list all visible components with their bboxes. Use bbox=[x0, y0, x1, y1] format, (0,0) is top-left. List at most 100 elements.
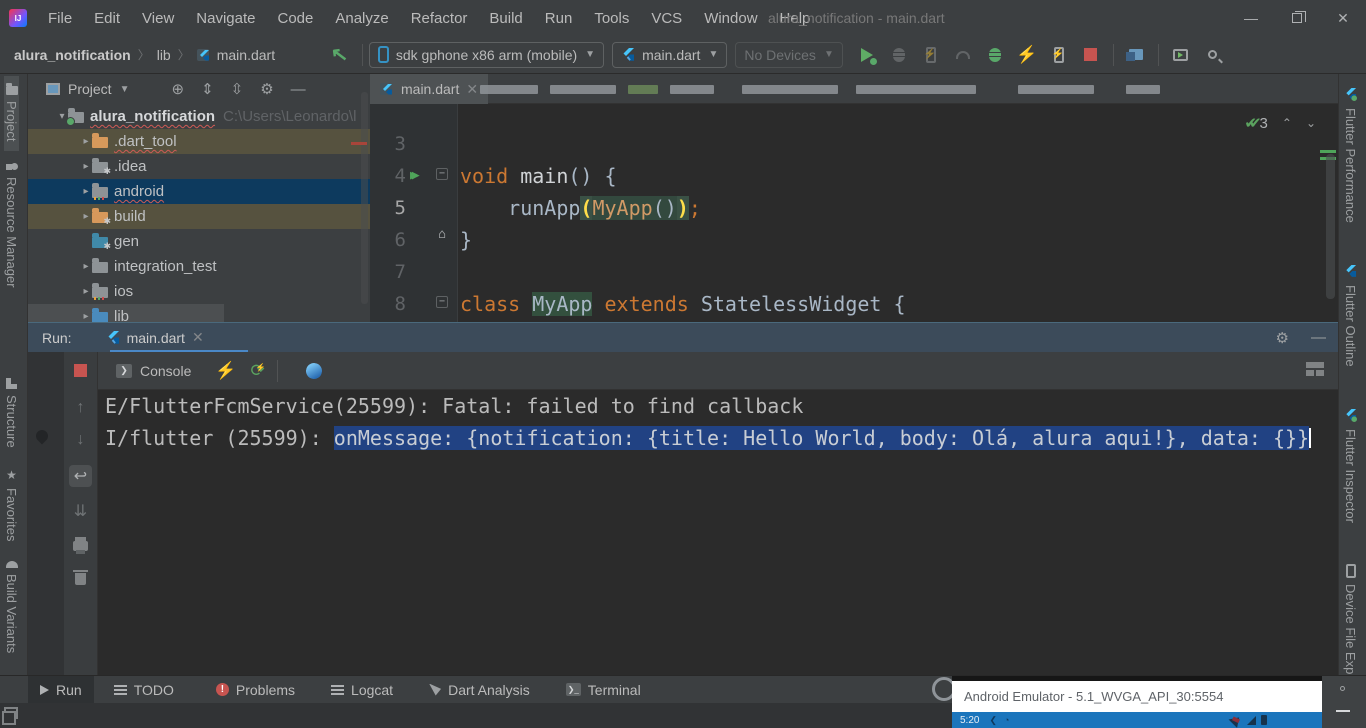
tool-button-problems[interactable]: ! Problems bbox=[204, 676, 307, 704]
console-tab[interactable]: ❯ Console bbox=[108, 360, 199, 382]
tree-row-build[interactable]: ▸ build bbox=[28, 204, 370, 229]
close-tab-icon[interactable]: ✕ bbox=[466, 81, 478, 98]
tool-button-build-variants[interactable]: Build Variants bbox=[4, 551, 19, 663]
locate-file-icon[interactable]: ⊕ bbox=[171, 80, 184, 98]
menu-tools[interactable]: Tools bbox=[583, 0, 640, 36]
tool-button-terminal[interactable]: ❯_ Terminal bbox=[554, 676, 653, 704]
console-icon: ❯ bbox=[116, 364, 132, 378]
menu-edit[interactable]: Edit bbox=[83, 0, 131, 36]
fold-end-marker-icon[interactable]: ⌂ bbox=[436, 230, 448, 242]
chevron-collapsed-icon[interactable]: ▸ bbox=[80, 161, 92, 172]
tool-button-favorites[interactable]: ★ Favorites bbox=[4, 458, 19, 551]
menu-code[interactable]: Code bbox=[266, 0, 324, 36]
flutter-attach-button[interactable] bbox=[1046, 42, 1072, 68]
code-area[interactable]: 3 4 ▶▶ − void main() { 5 runApp(MyApp())… bbox=[370, 104, 1338, 322]
attach-debugger-button[interactable] bbox=[982, 42, 1008, 68]
up-stack-trace-icon[interactable]: ↑ bbox=[77, 399, 85, 417]
tool-button-run[interactable]: Run bbox=[28, 676, 94, 704]
run-config-selector[interactable]: main.dart ▼ bbox=[612, 42, 727, 68]
code-line-4: 4 ▶▶ − void main() { bbox=[370, 160, 1338, 192]
stop-button[interactable] bbox=[1078, 42, 1104, 68]
menu-build[interactable]: Build bbox=[478, 0, 533, 36]
emulator-toolbar-dot-icon bbox=[1340, 686, 1345, 691]
menu-navigate[interactable]: Navigate bbox=[185, 0, 266, 36]
menu-run[interactable]: Run bbox=[534, 0, 584, 36]
fold-marker-icon[interactable]: − bbox=[436, 168, 448, 180]
breadcrumb-project[interactable]: alura_notification bbox=[14, 47, 131, 63]
tree-row-gen[interactable]: gen bbox=[28, 229, 370, 254]
hide-panel-icon[interactable]: — bbox=[291, 81, 306, 98]
run-main-gutter-icon[interactable]: ▶▶ bbox=[410, 160, 414, 192]
close-button[interactable]: ✕ bbox=[1320, 0, 1366, 36]
tool-button-flutter-performance[interactable]: Flutter Performance bbox=[1343, 78, 1358, 233]
tool-button-project[interactable]: Project bbox=[4, 76, 19, 151]
hide-panel-icon[interactable]: — bbox=[1311, 329, 1326, 347]
tool-button-logcat[interactable]: Logcat bbox=[319, 676, 405, 704]
breadcrumb-file[interactable]: main.dart bbox=[217, 47, 275, 63]
tool-button-dart-analysis[interactable]: Dart Analysis bbox=[417, 676, 542, 704]
menu-view[interactable]: View bbox=[131, 0, 185, 36]
down-stack-trace-icon[interactable]: ↓ bbox=[77, 431, 85, 449]
tool-button-resource-manager[interactable]: Resource Manager bbox=[4, 151, 19, 298]
minimize-button[interactable]: — bbox=[1228, 0, 1274, 36]
green-arrow-icon[interactable]: ↖ bbox=[329, 41, 349, 68]
tool-button-flutter-outline[interactable]: Flutter Outline bbox=[1343, 255, 1358, 377]
chevron-collapsed-icon[interactable]: ▸ bbox=[80, 261, 92, 272]
menu-analyze[interactable]: Analyze bbox=[324, 0, 399, 36]
tool-button-structure[interactable]: Structure bbox=[4, 368, 19, 458]
flutter-hot-reload-button[interactable]: ⚡ bbox=[1014, 42, 1040, 68]
chevron-collapsed-icon[interactable]: ▸ bbox=[80, 311, 92, 322]
emulator-minimize-icon[interactable] bbox=[1336, 710, 1350, 712]
stop-process-button[interactable] bbox=[74, 364, 87, 377]
project-view-selector[interactable]: Project bbox=[68, 81, 112, 97]
toolwindow-toggle-icon[interactable] bbox=[4, 707, 18, 719]
run-tab-main-dart[interactable]: main.dart ✕ bbox=[100, 323, 210, 353]
hot-reload-icon[interactable]: ⚡ bbox=[215, 361, 236, 381]
editor-tab-main-dart[interactable]: main.dart ✕ bbox=[370, 74, 488, 104]
tool-button-flutter-inspector[interactable]: Flutter Inspector bbox=[1343, 399, 1358, 533]
menu-vcs[interactable]: VCS bbox=[640, 0, 693, 36]
device-manager-button[interactable] bbox=[1123, 42, 1149, 68]
emulator-side-toolbar[interactable] bbox=[1322, 676, 1366, 728]
expand-all-icon[interactable]: ⇕ bbox=[201, 80, 214, 98]
print-icon[interactable] bbox=[73, 541, 88, 551]
chevron-collapsed-icon[interactable]: ▸ bbox=[80, 186, 92, 197]
tree-row-integration-test[interactable]: ▸ integration_test bbox=[28, 254, 370, 279]
collapse-all-icon[interactable]: ⇳ bbox=[231, 80, 244, 98]
gear-icon[interactable]: ⚙ bbox=[260, 80, 273, 98]
project-scrollbar[interactable] bbox=[361, 92, 368, 304]
emulator-title-bar[interactable]: Android Emulator - 5.1_WVGA_API_30:5554 bbox=[952, 681, 1322, 712]
gear-icon[interactable]: ⚙ bbox=[1276, 329, 1289, 347]
breadcrumb-lib[interactable]: lib bbox=[157, 47, 171, 63]
chevron-collapsed-icon[interactable]: ▸ bbox=[80, 136, 92, 147]
emulator-button[interactable] bbox=[1168, 42, 1194, 68]
tree-row-idea[interactable]: ▸ .idea bbox=[28, 154, 370, 179]
tree-row-root[interactable]: ▾ alura_notification C:\Users\Leonardo\l bbox=[28, 104, 370, 129]
chevron-collapsed-icon[interactable]: ▸ bbox=[80, 211, 92, 222]
hot-restart-icon[interactable]: ⟳⚡ bbox=[251, 361, 265, 381]
editor-scrollbar[interactable] bbox=[1326, 154, 1335, 299]
menu-window[interactable]: Window bbox=[693, 0, 768, 36]
fold-marker-icon[interactable]: − bbox=[436, 296, 448, 308]
device-selector[interactable]: sdk gphone x86 arm (mobile) ▼ bbox=[369, 42, 604, 68]
soft-wrap-toggle[interactable]: ↩ bbox=[69, 465, 92, 487]
menu-file[interactable]: File bbox=[37, 0, 83, 36]
editor[interactable]: main.dart ✕ ✔✔3 ⌃ ⌄ 3 4 ▶▶ − void main()… bbox=[370, 74, 1338, 322]
tree-row-ios[interactable]: ▸ ios bbox=[28, 279, 370, 304]
clear-all-icon[interactable] bbox=[75, 573, 86, 585]
tree-row-android[interactable]: ▸ android bbox=[28, 179, 370, 204]
open-devtools-icon[interactable] bbox=[304, 361, 324, 381]
close-tab-icon[interactable]: ✕ bbox=[192, 329, 204, 346]
search-everywhere-button[interactable] bbox=[1200, 42, 1226, 68]
android-emulator-window[interactable]: Android Emulator - 5.1_WVGA_API_30:5554 … bbox=[952, 676, 1322, 728]
chevron-collapsed-icon[interactable]: ▸ bbox=[80, 286, 92, 297]
restore-button[interactable] bbox=[1274, 0, 1320, 36]
run-button[interactable] bbox=[854, 42, 880, 68]
menu-refactor[interactable]: Refactor bbox=[400, 0, 479, 36]
console-output[interactable]: E/FlutterFcmService(25599): Fatal: faile… bbox=[98, 390, 1338, 675]
scroll-to-end-icon[interactable]: ⇊ bbox=[74, 501, 87, 521]
layout-settings-icon[interactable] bbox=[1306, 362, 1324, 376]
tree-row-dart-tool[interactable]: ▸ .dart_tool bbox=[28, 129, 370, 154]
tree-row-lib[interactable]: ▸ lib bbox=[28, 304, 224, 322]
tool-button-todo[interactable]: TODO bbox=[102, 676, 186, 704]
